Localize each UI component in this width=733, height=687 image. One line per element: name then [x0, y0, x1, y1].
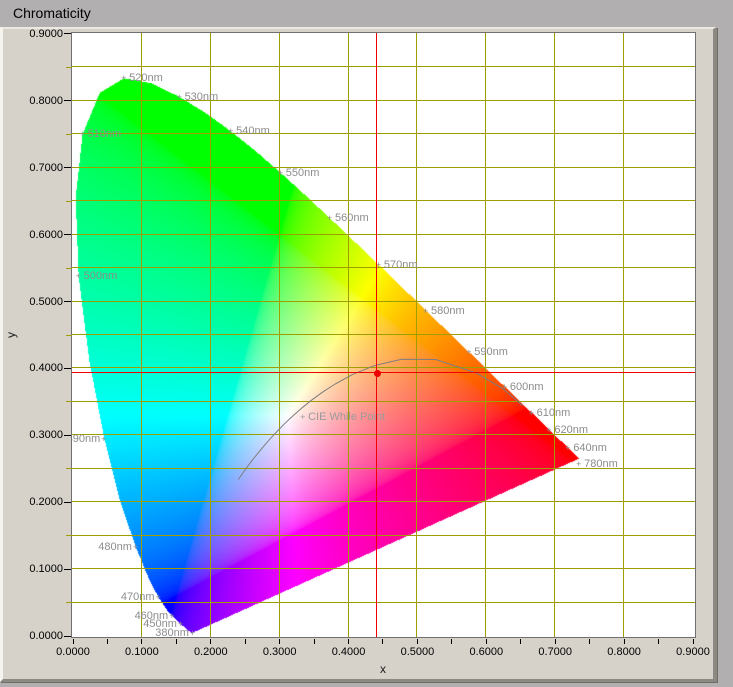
wavelength-label: 640nm — [573, 443, 607, 454]
measurement-point-dot — [374, 370, 381, 377]
wavelength-point-marker: + — [190, 629, 195, 638]
wavelength-label: 470nm — [121, 592, 155, 603]
y-tick-label: 0.3000 — [5, 429, 63, 441]
wavelength-point-marker: + — [565, 444, 570, 453]
x-tick-label: 0.0000 — [43, 646, 103, 658]
wavelength-point-marker: + — [101, 435, 106, 444]
x-axis-tick — [451, 639, 452, 644]
wavelength-point-marker: + — [546, 426, 551, 435]
x-axis-title: x — [353, 662, 413, 676]
crosshair-horizontal-line — [72, 372, 695, 373]
x-tick-label: 0.6000 — [456, 646, 516, 658]
x-axis-tick — [279, 639, 280, 644]
wavelength-label: 560nm — [335, 213, 369, 224]
y-tick-label: 0.0000 — [5, 630, 63, 642]
wavelength-label: 480nm — [98, 542, 132, 553]
y-axis-tick — [64, 100, 71, 101]
x-axis-tick — [107, 639, 108, 644]
x-tick-label: 0.5000 — [387, 646, 447, 658]
wavelength-point-marker: + — [133, 543, 138, 552]
x-axis-tick — [417, 639, 418, 644]
x-axis-tick — [486, 639, 487, 644]
wavelength-point-marker: + — [502, 383, 507, 392]
x-axis-tick — [589, 639, 590, 644]
window-title: Chromaticity — [13, 5, 91, 21]
y-tick-label: 0.2000 — [5, 496, 63, 508]
wavelength-label: 580nm — [431, 306, 465, 317]
x-tick-label: 0.8000 — [594, 646, 654, 658]
wavelength-point-marker: + — [80, 130, 85, 139]
wavelength-point-marker: + — [155, 593, 160, 602]
x-axis-tick — [314, 639, 315, 644]
y-tick-label: 0.6000 — [5, 229, 63, 241]
x-axis-tick — [141, 639, 142, 644]
x-axis-tick — [245, 639, 246, 644]
x-axis-tick — [555, 639, 556, 644]
y-axis-title: y — [4, 332, 18, 338]
x-tick-label: 0.2000 — [181, 646, 241, 658]
x-axis-tick — [382, 639, 383, 644]
crosshair-vertical-line — [376, 33, 377, 637]
y-axis-tick — [64, 569, 71, 570]
wavelength-label: 510nm — [88, 129, 122, 140]
wavelength-point-marker: + — [121, 74, 126, 83]
y-axis-tick — [64, 167, 71, 168]
y-tick-label: 0.1000 — [5, 563, 63, 575]
y-axis-tick — [64, 502, 71, 503]
wavelength-point-marker: + — [228, 127, 233, 136]
x-tick-label: 0.3000 — [250, 646, 310, 658]
y-tick-label: 0.7000 — [5, 162, 63, 174]
wavelength-label: 610nm — [537, 408, 571, 419]
x-tick-label: 0.9000 — [663, 646, 723, 658]
x-axis-tick — [210, 639, 211, 644]
x-axis-tick — [624, 639, 625, 644]
y-axis-tick — [64, 301, 71, 302]
y-axis-tick — [64, 636, 71, 637]
wavelength-point-marker: + — [466, 348, 471, 357]
wavelength-label: 500nm — [84, 271, 118, 282]
wavelength-point-marker: + — [529, 409, 534, 418]
y-tick-label: 0.5000 — [5, 296, 63, 308]
wavelength-label: 570nm — [384, 260, 418, 271]
y-tick-label: 0.4000 — [5, 362, 63, 374]
y-axis-tick — [64, 368, 71, 369]
y-axis-tick — [64, 33, 71, 34]
wavelength-label: 530nm — [185, 92, 219, 103]
wavelength-label: 620nm — [554, 425, 588, 436]
x-axis-tick — [73, 639, 74, 644]
x-tick-label: 0.1000 — [112, 646, 172, 658]
wavelength-label: 490nm — [71, 434, 100, 445]
wavelength-label: 600nm — [510, 382, 544, 393]
wavelength-point-marker: + — [76, 272, 81, 281]
wavelength-label: 590nm — [474, 347, 508, 358]
wavelength-point-marker: + — [278, 169, 283, 178]
x-tick-label: 0.4000 — [319, 646, 379, 658]
x-axis-tick — [348, 639, 349, 644]
wavelength-label: 540nm — [236, 126, 270, 137]
y-axis-tick — [64, 435, 71, 436]
x-axis-tick — [658, 639, 659, 644]
wavelength-point-marker: + — [327, 214, 332, 223]
y-tick-label: 0.9000 — [5, 28, 63, 40]
x-axis-tick — [693, 639, 694, 644]
white-point-marker: + — [300, 413, 305, 422]
wavelength-label: 380nm — [155, 628, 189, 638]
white-point-label: CIE While Point — [308, 412, 385, 423]
wavelength-label: 550nm — [286, 168, 320, 179]
y-tick-label: 0.8000 — [5, 95, 63, 107]
wavelength-point-marker: + — [177, 93, 182, 102]
x-axis-tick — [176, 639, 177, 644]
chromaticity-window: Chromaticity +500nm+510nm+520nm+530nm+54… — [0, 0, 733, 687]
wavelength-point-marker: + — [423, 307, 428, 316]
x-axis-tick — [520, 639, 521, 644]
wavelength-label: 780nm — [584, 459, 618, 470]
wavelength-label: 520nm — [129, 73, 163, 84]
y-axis-tick — [64, 234, 71, 235]
wavelength-point-marker: + — [576, 460, 581, 469]
chromaticity-plot-area[interactable]: +500nm+510nm+520nm+530nm+540nm+550nm+560… — [71, 32, 696, 638]
window-title-bar: Chromaticity — [0, 0, 733, 27]
planckian-locus-curve — [72, 33, 695, 637]
x-tick-label: 0.7000 — [525, 646, 585, 658]
